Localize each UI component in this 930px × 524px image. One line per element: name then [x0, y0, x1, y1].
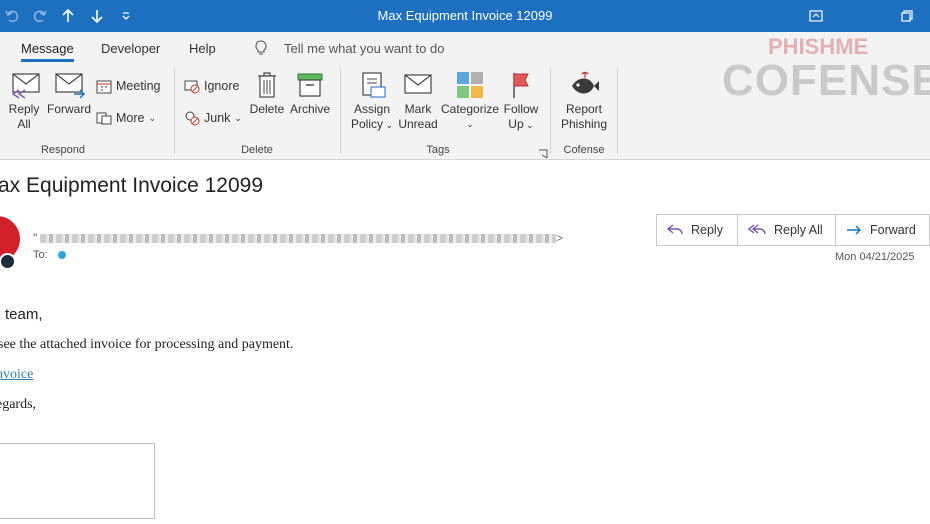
group-label-delete: Delete [241, 144, 273, 156]
group-label-tags: Tags [426, 144, 450, 156]
body-line: see the attached invoice for processing … [0, 337, 294, 352]
tab-message[interactable]: Message [21, 41, 74, 62]
reply-icon [667, 224, 683, 235]
cofense-watermark: COFENSE [722, 56, 930, 105]
tell-me-search[interactable]: Tell me what you want to do [284, 41, 444, 56]
junk-icon [185, 111, 200, 126]
mark-unread-icon [404, 74, 432, 94]
message-subject: ax Equipment Invoice 12099 [0, 174, 264, 197]
forward-header-button[interactable]: Forward [836, 215, 929, 245]
junk-button[interactable]: Junk ⌄ [184, 110, 242, 126]
recipient-presence-dot[interactable] [58, 251, 66, 259]
forward-icon [55, 73, 85, 99]
group-divider [340, 68, 341, 154]
sender-address-redacted[interactable] [40, 234, 556, 243]
ignore-button[interactable]: Ignore [184, 78, 239, 94]
reply-all-header-button[interactable]: Reply All [738, 215, 836, 245]
follow-up-button[interactable]: Follow Up ⌄ [501, 70, 541, 133]
assign-policy-button[interactable]: Assign Policy ⌄ [348, 70, 396, 133]
categorize-button[interactable]: Categorize ⌄ [441, 70, 499, 132]
title-bar: Max Equipment Invoice 12099 [0, 0, 930, 32]
reply-button[interactable]: Reply [657, 215, 738, 245]
ignore-icon [184, 80, 200, 94]
forward-icon [847, 225, 861, 235]
flag-icon [513, 73, 529, 98]
meeting-button[interactable]: Meeting [96, 78, 160, 94]
chevron-down-icon: ⌄ [523, 120, 534, 130]
reply-all-button[interactable]: Reply All [4, 70, 44, 132]
categorize-icon [457, 72, 483, 98]
group-divider [550, 68, 551, 154]
group-label-cofense: Cofense [563, 144, 605, 156]
mark-unread-button[interactable]: Mark Unread [397, 70, 439, 132]
chevron-down-icon: ⌄ [466, 119, 474, 129]
restore-window-icon[interactable] [897, 6, 917, 26]
invoice-link[interactable]: nvoice [0, 367, 33, 383]
archive-icon [297, 73, 323, 97]
forward-button[interactable]: Forward [46, 70, 92, 117]
signature-image-box [0, 443, 155, 519]
report-phishing-button[interactable]: Report Phishing [556, 70, 612, 132]
tab-developer[interactable]: Developer [101, 41, 160, 56]
sender-prefix: " [33, 231, 38, 245]
phishing-fish-icon [572, 71, 599, 94]
more-respond-button[interactable]: More ⌄ [96, 110, 156, 126]
ribbon-display-options-icon[interactable] [806, 6, 826, 26]
chevron-down-icon: ⌄ [234, 112, 242, 123]
delete-button[interactable]: Delete [248, 70, 286, 117]
assign-policy-icon [362, 72, 386, 98]
body-greeting: team, [5, 306, 43, 323]
dialog-launcher-icon[interactable] [538, 146, 548, 164]
archive-button[interactable]: Archive [288, 70, 332, 117]
lightbulb-icon [254, 40, 268, 61]
message-actions: Reply Reply All Forward [656, 214, 930, 246]
reply-all-icon [11, 73, 40, 99]
to-label: To: [33, 249, 48, 261]
message-date: Mon 04/21/2025 [835, 251, 915, 263]
meeting-icon [96, 80, 112, 94]
trash-icon [258, 72, 276, 98]
tab-help[interactable]: Help [189, 41, 216, 56]
chevron-down-icon: ⌄ [382, 120, 394, 130]
more-icon [96, 112, 112, 125]
sender-suffix: > [556, 231, 564, 245]
body-closing: egards, [0, 397, 37, 412]
window-title: Max Equipment Invoice 12099 [377, 8, 553, 23]
group-label-respond: Respond [40, 144, 86, 156]
group-divider [174, 68, 175, 154]
group-divider [617, 68, 618, 154]
reply-all-icon [748, 224, 766, 235]
presence-indicator [0, 253, 16, 270]
chevron-down-icon: ⌄ [148, 112, 157, 123]
